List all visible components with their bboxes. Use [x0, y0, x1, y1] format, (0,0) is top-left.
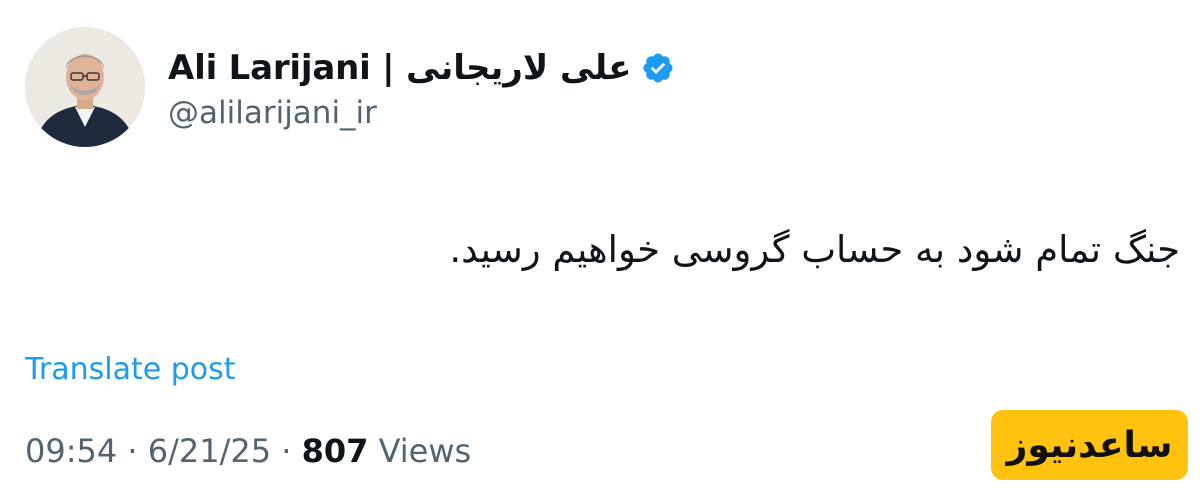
meta-separator: ·: [127, 432, 138, 470]
translate-post-link[interactable]: Translate post: [25, 352, 236, 387]
author-handle[interactable]: @alilarijani_ir: [168, 95, 377, 131]
author-display-name[interactable]: Ali Larijani | علی لاریجانی: [168, 48, 632, 88]
views-label: Views: [378, 432, 472, 470]
views-count: 807: [301, 432, 369, 470]
watermark-text: ساعدنیوز: [1006, 424, 1173, 466]
author-name-row[interactable]: Ali Larijani | علی لاریجانی: [168, 44, 675, 92]
post-text: جنگ تمام شود به حساب گروسی خواهیم رسید.: [449, 228, 1180, 271]
avatar[interactable]: [25, 27, 145, 147]
watermark-logo: ساعدنیوز: [991, 410, 1188, 480]
post-time[interactable]: 09:54: [25, 432, 117, 470]
verified-badge-icon: [641, 51, 675, 85]
post-date[interactable]: 6/21/25: [148, 432, 271, 470]
meta-separator: ·: [281, 432, 292, 470]
profile-photo: [25, 27, 145, 147]
post-meta: 09:54 · 6/21/25 · 807 Views: [25, 432, 471, 470]
